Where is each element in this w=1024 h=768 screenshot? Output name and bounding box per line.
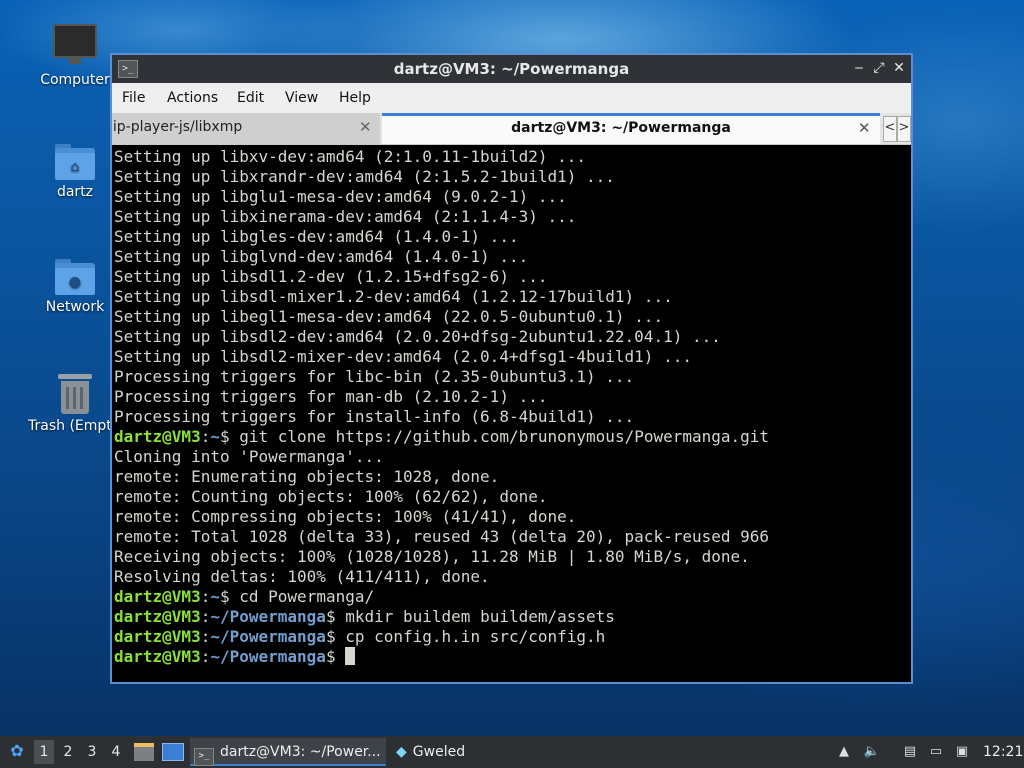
terminal-line: Cloning into 'Powermanga'... [114, 447, 384, 466]
task-label: dartz@VM3: ~/Power... [220, 744, 381, 760]
prompt-user: dartz@VM3 [114, 647, 201, 666]
terminal-line: Resolving deltas: 100% (411/411), done. [114, 567, 490, 586]
tab-scroll-left-icon[interactable]: < [883, 116, 897, 142]
minimize-button[interactable]: ‒ [850, 59, 868, 77]
menu-help[interactable]: Help [339, 90, 371, 106]
tab-bar: nip-player-js/libxmp ✕ dartz@VM3: ~/Powe… [112, 113, 911, 145]
close-button[interactable]: ✕ [890, 59, 908, 77]
prompt-separator: : [200, 627, 211, 646]
prompt-path: ~/Powermanga [210, 627, 326, 646]
menu-view[interactable]: View [285, 90, 318, 106]
terminal-line: Setting up libgles-dev:amd64 (1.4.0-1) .… [114, 227, 519, 246]
task-terminal[interactable]: >_ dartz@VM3: ~/Power... [190, 738, 386, 766]
trash-icon [58, 374, 92, 414]
menu-actions[interactable]: Actions [167, 90, 218, 106]
command-text: git clone https://github.com/brunonymous… [229, 427, 770, 446]
prompt-separator: : [200, 427, 211, 446]
home-folder-icon: ⌂ [55, 144, 95, 180]
clipboard-icon[interactable]: ▤ [900, 742, 920, 762]
terminal-prompt-line: dartz@VM3:~/Powermanga$ mkdir buildem bu… [114, 607, 909, 627]
prompt-symbol: $ [325, 647, 336, 666]
terminal-line: Processing triggers for install-info (6.… [114, 407, 635, 426]
tab-libxmp[interactable]: nip-player-js/libxmp ✕ [112, 113, 380, 144]
network-folder-icon: ● [55, 259, 95, 295]
prompt-path: ~/Powermanga [210, 607, 326, 626]
prompt-path: ~ [210, 587, 220, 606]
workspace-2[interactable]: 2 [58, 740, 78, 764]
tab-label: nip-player-js/libxmp [112, 119, 243, 135]
prompt-user: dartz@VM3 [114, 427, 201, 446]
terminal-line: Setting up libsdl2-mixer-dev:amd64 (2.0.… [114, 347, 692, 366]
command-text [336, 647, 346, 666]
tab-close-icon[interactable]: ✕ [359, 118, 372, 136]
terminal-prompt-line: dartz@VM3:~/Powermanga$ [114, 647, 909, 667]
prompt-separator: : [200, 647, 211, 666]
updates-icon[interactable]: ▲ [834, 742, 854, 762]
window-titlebar[interactable]: >_ dartz@VM3: ~/Powermanga ‒ ⤢ ✕ [112, 55, 911, 83]
terminal-line: remote: Counting objects: 100% (62/62), … [114, 487, 548, 506]
terminal-line: Setting up libglu1-mesa-dev:amd64 (9.0.2… [114, 187, 567, 206]
prompt-symbol: $ [219, 427, 230, 446]
terminal-output[interactable]: Setting up libxv-dev:amd64 (2:1.0.11-1bu… [114, 147, 909, 682]
show-desktop-icon[interactable] [162, 743, 184, 761]
command-text: cp config.h.in src/config.h [335, 627, 606, 646]
start-menu-icon[interactable]: ✿ [6, 741, 28, 763]
terminal-line: Setting up libegl1-mesa-dev:amd64 (22.0.… [114, 307, 664, 326]
prompt-separator: : [200, 587, 211, 606]
workspace-1[interactable]: 1 [34, 740, 54, 764]
menu-bar: File Actions Edit View Help [112, 83, 911, 113]
task-gweled[interactable]: ◆ Gweled [392, 738, 492, 766]
menu-file[interactable]: File [122, 90, 145, 106]
volume-icon[interactable]: 🔈 [862, 742, 882, 762]
file-manager-icon[interactable] [134, 743, 154, 761]
prompt-path: ~/Powermanga [210, 647, 326, 666]
computer-icon [53, 24, 97, 64]
prompt-user: dartz@VM3 [114, 587, 201, 606]
command-text: cd Powermanga/ [229, 587, 375, 606]
terminal-line: Processing triggers for libc-bin (2.35-0… [114, 367, 635, 386]
tab-powermanga[interactable]: dartz@VM3: ~/Powermanga ✕ [382, 113, 880, 144]
terminal-line: Setting up libxrandr-dev:amd64 (2:1.5.2-… [114, 167, 615, 186]
terminal-window[interactable]: >_ dartz@VM3: ~/Powermanga ‒ ⤢ ✕ File Ac… [110, 53, 913, 684]
workspace-3[interactable]: 3 [82, 740, 102, 764]
prompt-separator: : [200, 607, 211, 626]
prompt-user: dartz@VM3 [114, 607, 201, 626]
network-monitor-icon[interactable]: ▭ [926, 742, 946, 762]
window-title: dartz@VM3: ~/Powermanga [393, 60, 630, 78]
maximize-button[interactable]: ⤢ [870, 59, 888, 77]
terminal-line: Receiving objects: 100% (1028/1028), 11.… [114, 547, 750, 566]
task-label: Gweled [412, 744, 466, 760]
terminal-line: Setting up libsdl2-dev:amd64 (2.0.20+dfs… [114, 327, 721, 346]
clock[interactable]: 12:21 [983, 736, 1023, 768]
gem-icon: ◆ [396, 744, 407, 760]
prompt-symbol: $ [219, 587, 230, 606]
workspace-4[interactable]: 4 [106, 740, 126, 764]
tab-scroll-right-icon[interactable]: > [897, 116, 911, 142]
terminal-prompt-line: dartz@VM3:~$ git clone https://github.co… [114, 427, 909, 447]
terminal-line: Processing triggers for man-db (2.10.2-1… [114, 387, 548, 406]
terminal-line: Setting up libglvnd-dev:amd64 (1.4.0-1) … [114, 247, 529, 266]
terminal-icon: >_ [194, 748, 214, 766]
menu-edit[interactable]: Edit [237, 90, 264, 106]
prompt-user: dartz@VM3 [114, 627, 201, 646]
tab-close-icon[interactable]: ✕ [858, 119, 871, 137]
terminal-line: remote: Total 1028 (delta 33), reused 43… [114, 527, 770, 546]
prompt-path: ~ [210, 427, 220, 446]
terminal-prompt-line: dartz@VM3:~/Powermanga$ cp config.h.in s… [114, 627, 909, 647]
prompt-symbol: $ [325, 627, 336, 646]
command-text: mkdir buildem buildem/assets [335, 607, 615, 626]
terminal-line: Setting up libxv-dev:amd64 (2:1.0.11-1bu… [114, 147, 587, 166]
terminal-line: Setting up libsdl1.2-dev (1.2.15+dfsg2-6… [114, 267, 548, 286]
taskbar: ✿ 1 2 3 4 >_ dartz@VM3: ~/Power... ◆ Gwele… [0, 736, 1024, 768]
terminal-line: Setting up libsdl-mixer1.2-dev:amd64 (1.… [114, 287, 673, 306]
terminal-line: Setting up libxinerama-dev:amd64 (2:1.1.… [114, 207, 577, 226]
terminal-cursor [345, 647, 356, 665]
prompt-symbol: $ [325, 607, 336, 626]
terminal-prompt-line: dartz@VM3:~$ cd Powermanga/ [114, 587, 909, 607]
terminal-line: remote: Enumerating objects: 1028, done. [114, 467, 500, 486]
tab-label: dartz@VM3: ~/Powermanga [511, 120, 731, 136]
notification-icon[interactable]: ▣ [952, 742, 972, 762]
terminal-line: remote: Compressing objects: 100% (41/41… [114, 507, 577, 526]
